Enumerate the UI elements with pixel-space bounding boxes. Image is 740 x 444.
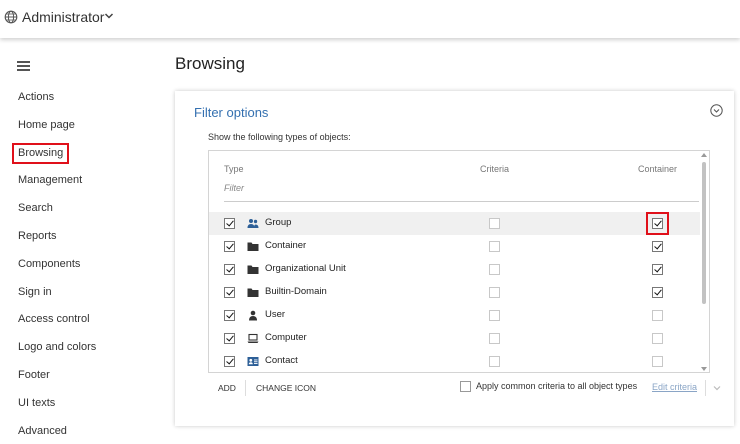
sidebar-item-components[interactable]: Components (18, 251, 96, 279)
row-type-label: Organizational Unit (265, 263, 346, 274)
table-row[interactable]: Contact (209, 350, 700, 372)
table-row[interactable]: Computer (209, 327, 700, 350)
sidebar-item-ui-texts[interactable]: UI texts (18, 390, 96, 418)
sidebar-nav: Actions Home page Browsing Management Se… (12, 84, 96, 444)
row-container-checkbox[interactable] (652, 287, 663, 298)
object-types-grid: Type Criteria Container Filter Group Con… (208, 150, 710, 373)
change-icon-button[interactable]: CHANGE ICON (256, 383, 316, 393)
row-type-label: Builtin-Domain (265, 286, 327, 297)
row-type-label: Contact (265, 355, 298, 366)
folder-icon (247, 242, 259, 251)
apply-common-criteria-label[interactable]: Apply common criteria to all object type… (476, 381, 637, 391)
row-criteria-checkbox[interactable] (489, 333, 500, 344)
card-title: Filter options (194, 105, 269, 120)
scroll-thumb[interactable] (702, 162, 706, 304)
divider (245, 380, 246, 396)
top-bar: Administrator (0, 0, 740, 38)
row-container-checkbox[interactable] (652, 241, 663, 252)
sidebar-item-management[interactable]: Management (18, 167, 96, 195)
filter-options-card: Filter options Show the following types … (175, 91, 734, 426)
sidebar-item-footer[interactable]: Footer (18, 362, 96, 390)
row-type-label: Container (265, 240, 307, 251)
sidebar-item-access-control[interactable]: Access control (18, 306, 96, 334)
row-type-label: Computer (265, 332, 307, 343)
computer-icon (247, 333, 259, 343)
table-row[interactable]: Builtin-Domain (209, 281, 700, 304)
row-select-checkbox[interactable] (224, 333, 235, 344)
sidebar-item-actions[interactable]: Actions (18, 84, 96, 112)
sidebar-item-browsing[interactable]: Browsing (12, 140, 96, 168)
table-row[interactable]: Group (209, 212, 700, 235)
card-footer: ADD CHANGE ICON Apply common criteria to… (208, 380, 722, 396)
folder-icon (247, 288, 259, 297)
row-criteria-checkbox[interactable] (489, 310, 500, 321)
contact-icon (247, 357, 259, 366)
row-select-checkbox[interactable] (224, 310, 235, 321)
row-criteria-checkbox[interactable] (489, 241, 500, 252)
row-criteria-checkbox[interactable] (489, 264, 500, 275)
card-subtitle: Show the following types of objects: (208, 132, 351, 142)
row-type-label: User (265, 309, 286, 320)
sidebar-item-logo-and-colors[interactable]: Logo and colors (18, 334, 96, 362)
table-row[interactable]: Organizational Unit (209, 258, 700, 281)
row-container-checkbox[interactable] (652, 333, 663, 344)
grid-scrollbar[interactable] (700, 153, 708, 371)
column-header-container: Container (638, 164, 678, 174)
user-menu-label[interactable]: Administrator (22, 9, 104, 25)
row-select-checkbox[interactable] (224, 287, 235, 298)
sidebar-item-search[interactable]: Search (18, 195, 96, 223)
highlight-box (646, 212, 669, 235)
sidebar-item-home-page[interactable]: Home page (18, 112, 96, 140)
row-criteria-checkbox[interactable] (489, 356, 500, 367)
row-select-checkbox[interactable] (224, 241, 235, 252)
filter-underline (224, 201, 699, 202)
row-select-checkbox[interactable] (224, 218, 235, 229)
row-type-label: Group (265, 217, 292, 228)
chevron-down-icon[interactable] (713, 384, 721, 392)
filter-input[interactable]: Filter (224, 183, 244, 193)
table-row[interactable]: User (209, 304, 700, 327)
row-select-checkbox[interactable] (224, 356, 235, 367)
add-button[interactable]: ADD (218, 383, 236, 393)
folder-icon (247, 265, 259, 274)
group-icon (247, 219, 259, 228)
row-container-checkbox[interactable] (652, 356, 663, 367)
row-criteria-checkbox[interactable] (489, 287, 500, 298)
column-header-type: Type (224, 164, 244, 174)
user-icon (249, 310, 257, 321)
row-criteria-checkbox[interactable] (489, 218, 500, 229)
scroll-up-arrow[interactable] (701, 153, 707, 157)
edit-criteria-link[interactable]: Edit criteria (652, 382, 697, 392)
collapse-icon[interactable] (710, 104, 723, 117)
chevron-down-icon[interactable] (104, 11, 114, 21)
table-row[interactable]: Container (209, 235, 700, 258)
scroll-down-arrow[interactable] (701, 367, 707, 371)
divider (705, 380, 706, 396)
globe-icon (4, 10, 18, 24)
column-header-criteria: Criteria (480, 164, 510, 174)
apply-common-criteria-checkbox[interactable] (460, 381, 471, 392)
sidebar-item-advanced[interactable]: Advanced (18, 418, 96, 444)
sidebar-item-sign-in[interactable]: Sign in (18, 279, 96, 307)
row-select-checkbox[interactable] (224, 264, 235, 275)
menu-icon[interactable] (17, 61, 30, 71)
sidebar-item-reports[interactable]: Reports (18, 223, 96, 251)
row-container-checkbox[interactable] (652, 310, 663, 321)
row-container-checkbox[interactable] (652, 264, 663, 275)
page-title: Browsing (175, 54, 245, 73)
